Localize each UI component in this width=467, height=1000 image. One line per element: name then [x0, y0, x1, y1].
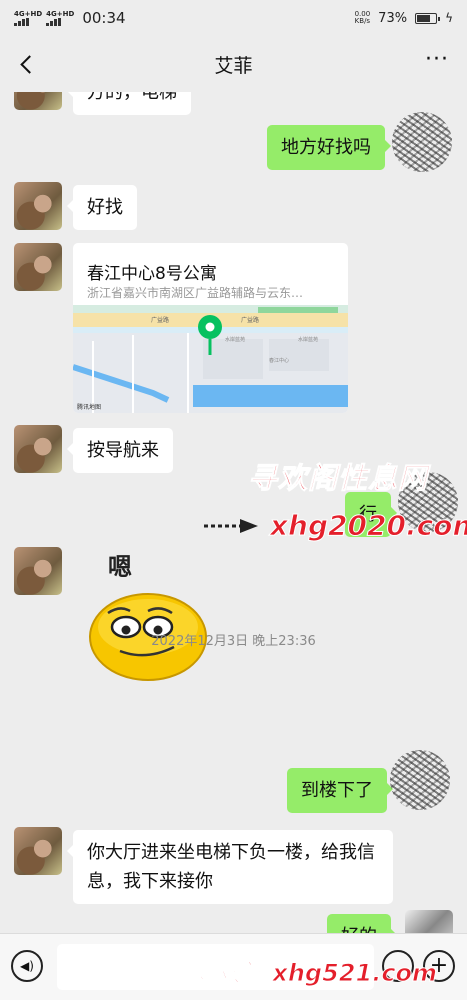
sticker-caption: 嗯: [108, 553, 132, 581]
my-message-bubble[interactable]: 好的: [327, 914, 397, 933]
back-arrow-icon: [19, 54, 39, 74]
charging-icon: ϟ: [445, 11, 453, 25]
watermark-text: 寻欢阁 xhg521.com: [191, 959, 438, 988]
message-bubble-partial[interactable]: 方的，电梯: [67, 92, 191, 115]
map-road-label: 广益路: [241, 316, 259, 324]
battery-percent: 73%: [378, 10, 408, 26]
more-options-button[interactable]: ···: [425, 49, 449, 71]
message-timestamp: 2022年12月3日 晚上23:36: [151, 634, 316, 649]
contact-message-bubble[interactable]: 你大厅进来坐电梯下负一楼，给我信息，我下来接你: [67, 830, 393, 904]
contact-avatar[interactable]: [14, 827, 62, 875]
map-poi-label: 春江中心: [269, 357, 289, 364]
clock: 00:34: [82, 9, 126, 27]
watermark-text: xhg2020.com: [270, 509, 467, 543]
signal-bars-icon: [14, 17, 29, 26]
my-message-bubble[interactable]: 到楼下了: [287, 768, 393, 813]
map-poi-label: 水岸蓝苑: [225, 336, 245, 343]
speed-unit: KB/s: [354, 17, 371, 25]
network-type-2: 4G+HD: [46, 9, 75, 18]
signal-bars-icon: [46, 17, 62, 26]
location-address: 浙江省嘉兴市南湖区广益路辅路与云东…: [87, 286, 304, 300]
contact-avatar[interactable]: [14, 182, 62, 230]
contact-avatar[interactable]: [14, 547, 62, 595]
signal-2: 4G+HD: [46, 9, 75, 26]
map-poi-label: 水岸蓝苑: [298, 336, 318, 343]
contact-message-bubble[interactable]: 按导航来: [67, 428, 173, 473]
contact-avatar[interactable]: [14, 243, 62, 291]
location-card[interactable]: 春江中心8号公寓 浙江省嘉兴市南湖区广益路辅路与云东… 广益路 广益路 水岸蓝苑…: [73, 243, 348, 413]
battery-icon: [415, 12, 441, 24]
watermark-text: 寻欢阁性息网: [247, 461, 429, 496]
contact-avatar[interactable]: [14, 92, 62, 110]
status-bar: 4G+HD 4G+HD 00:34 0.00 KB/s 73% ϟ: [0, 0, 467, 36]
chat-title: 艾菲: [214, 54, 253, 77]
network-speed: 0.00 KB/s: [355, 11, 371, 25]
map-road-label: 广益路: [151, 316, 169, 324]
my-avatar[interactable]: [390, 750, 450, 810]
battery-fill: [417, 14, 431, 22]
map-provider-label: 腾讯地图: [77, 403, 101, 411]
contact-avatar[interactable]: [14, 425, 62, 473]
location-name: 春江中心8号公寓: [87, 264, 217, 284]
chat-header: 艾菲 ···: [0, 36, 467, 92]
network-type-1: 4G+HD: [14, 9, 43, 18]
my-avatar[interactable]: [392, 112, 452, 172]
watermark-arrow-icon: [202, 516, 262, 536]
my-avatar[interactable]: [405, 910, 453, 933]
location-map[interactable]: 广益路 广益路 水岸蓝苑 水岸蓝苑 春江中心 腾讯地图: [73, 305, 348, 413]
my-message-bubble[interactable]: 地方好找吗: [267, 125, 391, 170]
signal-1: 4G+HD: [14, 9, 43, 26]
back-button[interactable]: [12, 48, 40, 80]
voice-icon: ◀): [20, 959, 34, 973]
contact-message-bubble[interactable]: 好找: [67, 185, 137, 230]
voice-input-button[interactable]: ◀): [11, 950, 43, 982]
